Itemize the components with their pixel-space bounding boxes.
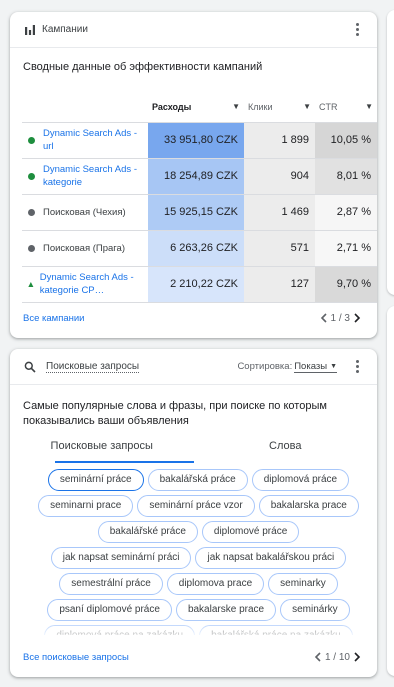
campaigns-footer: Все кампании 1 / 3 [10, 298, 377, 338]
search-term-chip[interactable]: seminárky [280, 599, 350, 621]
search-term-chip[interactable]: seminární práce vzor [137, 495, 255, 517]
ctr-cell: 10,05 % [315, 122, 377, 159]
column-header-ctr[interactable]: CTR ▼ [315, 92, 377, 123]
search-term-chip[interactable]: seminární práce [47, 469, 144, 491]
cost-cell: 2 210,22 CZK [148, 266, 244, 303]
table-row: Поисковая (Чехия) 15 925,15 CZK 1 469 2,87 … [22, 194, 377, 231]
status-limited-icon [28, 281, 34, 287]
dropdown-arrow-icon: ▼ [303, 101, 311, 111]
campaign-name-cell: Поисковая (Чехия) [22, 194, 148, 231]
search-term-chip[interactable]: bakalarske prace [175, 599, 277, 621]
status-paused-icon [28, 244, 35, 252]
campaign-name[interactable]: Dynamic Search Ads - url [43, 127, 142, 153]
campaigns-header-label: Кампании [42, 24, 88, 35]
sort-arrow-icon: ▼ [232, 101, 240, 111]
status-enabled-icon [28, 136, 35, 144]
search-terms-card: Поисковые запросы Сортировка: Показы ▼ С… [10, 349, 377, 677]
search-header-label[interactable]: Поисковые запросы [46, 361, 140, 373]
search-page-indicator: 1 / 10 [324, 651, 350, 663]
search-term-chip[interactable]: bakalářská práce [147, 469, 248, 491]
clicks-cell: 1 899 [244, 122, 315, 159]
search-term-chip[interactable]: jak napsat seminární práci [50, 547, 192, 569]
campaign-name: Поисковая (Прага) [43, 242, 125, 254]
table-row: Dynamic Search Ads - kategorie 18 254,89 … [22, 158, 377, 195]
search-term-chip[interactable]: psaní diplomové práce [47, 599, 172, 621]
search-term-chip[interactable]: diplomové práce [201, 521, 300, 543]
all-campaigns-link[interactable]: Все кампании [23, 313, 84, 324]
bar-chart-icon [22, 22, 38, 38]
search-term-chips: seminární práce bakalářská práce diplomová… [28, 469, 369, 635]
ctr-cell: 8,01 % [315, 158, 377, 195]
status-paused-icon [28, 208, 35, 216]
adjacent-card-top [387, 10, 394, 295]
sort-value: Показы [294, 360, 328, 372]
all-search-terms-link[interactable]: Все поисковые запросы [23, 652, 129, 663]
clicks-cell: 1 469 [244, 194, 315, 231]
search-title: Самые популярные слова и фразы, при поис… [23, 400, 327, 427]
campaign-name: Поисковая (Чехия) [43, 206, 126, 218]
cost-cell: 6 263,26 CZK [148, 230, 244, 267]
search-term-chip[interactable]: bakalářské práce [97, 521, 198, 543]
status-enabled-icon [28, 172, 35, 180]
campaigns-table: Расходы ▼ Клики ▼ CTR ▼ Dynamic Search Ads … [22, 92, 377, 303]
search-footer: Все поисковые запросы 1 / 10 [10, 637, 377, 677]
chevron-left-icon[interactable] [311, 650, 325, 664]
more-options-icon[interactable] [349, 22, 365, 38]
column-header-clicks[interactable]: Клики ▼ [244, 92, 315, 123]
dropdown-arrow-icon: ▼ [330, 362, 337, 370]
campaigns-page-indicator: 1 / 3 [330, 312, 350, 324]
dropdown-arrow-icon: ▼ [365, 101, 373, 111]
chevron-right-icon[interactable] [350, 311, 364, 325]
campaigns-card-header: Кампании [10, 12, 377, 48]
campaigns-pager: 1 / 3 [317, 311, 364, 325]
table-row: Dynamic Search Ads - kategorie CP… 2 210,… [22, 266, 377, 303]
cost-cell: 33 951,80 CZK [148, 122, 244, 159]
search-tabs: Поисковые запросы Слова [10, 433, 377, 463]
campaigns-title: Сводные данные об эффективности кампаний [23, 61, 263, 73]
search-term-chip[interactable]: seminarky [268, 573, 338, 595]
search-term-chip[interactable]: jak napsat bakalářskou práci [195, 547, 347, 569]
campaign-name[interactable]: Dynamic Search Ads - kategorie CP… [40, 271, 142, 297]
campaigns-card: Кампании Сводные данные об эффективности… [10, 12, 377, 338]
chips-fade [10, 619, 377, 639]
table-row: Поисковая (Прага) 6 263,26 CZK 571 2,71 % [22, 230, 377, 267]
clicks-cell: 904 [244, 158, 315, 195]
campaign-name-cell: Поисковая (Прага) [22, 230, 148, 267]
campaign-name-cell: Dynamic Search Ads - kategorie CP… [22, 266, 148, 303]
tab-words[interactable]: Слова [194, 433, 378, 463]
cost-cell: 15 925,15 CZK [148, 194, 244, 231]
search-term-chip[interactable]: diplomova prace [166, 573, 265, 595]
sort-dropdown[interactable]: Показы ▼ [294, 361, 337, 373]
clicks-cell: 127 [244, 266, 315, 303]
chevron-right-icon[interactable] [350, 650, 364, 664]
table-row: Dynamic Search Ads - url 33 951,80 CZK 1 8… [22, 122, 377, 159]
search-term-chip[interactable]: semestrální práce [59, 573, 163, 595]
adjacent-card-bottom [387, 306, 394, 676]
ctr-cell: 2,87 % [315, 194, 377, 231]
column-header-name [22, 92, 148, 123]
search-pager: 1 / 10 [311, 650, 364, 664]
column-header-cost[interactable]: Расходы ▼ [148, 92, 244, 123]
search-term-chip[interactable]: seminarni prace [38, 495, 134, 517]
more-options-icon[interactable] [349, 359, 365, 375]
campaign-name-cell: Dynamic Search Ads - url [22, 122, 148, 159]
search-card-header: Поисковые запросы Сортировка: Показы ▼ [10, 349, 377, 385]
campaign-name-cell: Dynamic Search Ads - kategorie [22, 158, 148, 195]
search-term-chip[interactable]: diplomová práce [251, 469, 350, 491]
cost-cell: 18 254,89 CZK [148, 158, 244, 195]
tab-search-terms[interactable]: Поисковые запросы [10, 433, 194, 463]
ctr-cell: 9,70 % [315, 266, 377, 303]
search-term-chip[interactable]: bakalarska prace [258, 495, 359, 517]
sort-control[interactable]: Сортировка: Показы ▼ [237, 361, 337, 373]
search-icon [22, 359, 38, 375]
chevron-left-icon[interactable] [317, 311, 331, 325]
sort-label: Сортировка: [237, 361, 293, 372]
clicks-cell: 571 [244, 230, 315, 267]
campaign-name[interactable]: Dynamic Search Ads - kategorie [43, 163, 142, 189]
ctr-cell: 2,71 % [315, 230, 377, 267]
